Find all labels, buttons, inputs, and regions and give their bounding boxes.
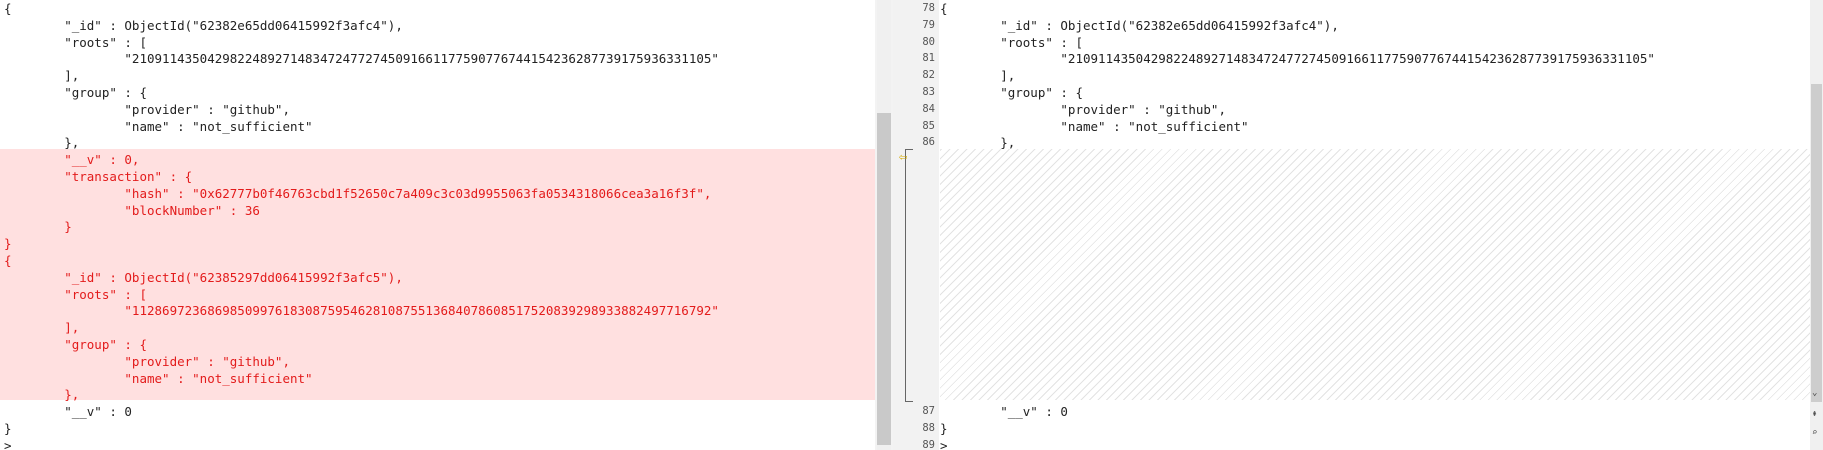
- code-line: "__v" : 0: [4, 404, 132, 420]
- line-number: 83: [922, 86, 935, 98]
- line-number: 79: [922, 18, 935, 31]
- arrow-left-icon[interactable]: ⇦: [899, 150, 907, 164]
- code-line: "provider" : "github",: [940, 101, 1226, 117]
- code-line: ],: [4, 68, 80, 84]
- code-line: },: [940, 135, 1016, 151]
- diff-range-bracket: [905, 149, 913, 402]
- code-line: },: [4, 135, 80, 151]
- deleted-code-line: }: [4, 219, 72, 235]
- code-line: {: [940, 1, 948, 16]
- deleted-code-line: "hash" : "0x62777b0f46763cbd1f52650c7a40…: [4, 185, 712, 201]
- deleted-code-line: "group" : {: [4, 337, 147, 352]
- code-line: >: [4, 437, 12, 450]
- code-line: "_id" : ObjectId("62382e65dd06415992f3af…: [940, 17, 1339, 33]
- line-number: 89: [922, 438, 935, 450]
- deleted-code-line: "transaction" : {: [4, 169, 193, 184]
- line-number: 81: [922, 52, 935, 65]
- line-number: 88: [922, 422, 935, 434]
- right-scrollbar-thumb[interactable]: [1811, 84, 1822, 402]
- deleted-code-line: },: [4, 387, 80, 403]
- code-line: "roots" : [: [4, 34, 147, 50]
- code-line: "210911435042982248927148347247727450916…: [4, 51, 719, 67]
- line-number: 82: [922, 69, 935, 82]
- deleted-code-line: "_id" : ObjectId("62385297dd06415992f3af…: [4, 269, 403, 285]
- code-line: >: [940, 437, 948, 450]
- chevron-down-icon[interactable]: ⌄: [1812, 388, 1817, 398]
- line-number: 78: [922, 2, 935, 14]
- missing-lines-placeholder: [940, 149, 1810, 400]
- line-number: 84: [922, 102, 935, 115]
- code-line: }: [940, 421, 948, 436]
- deleted-code-line: {: [4, 253, 12, 268]
- left-scrollbar-thumb[interactable]: [877, 113, 891, 445]
- deleted-code-line: "blockNumber" : 36: [4, 202, 260, 218]
- code-line: {: [4, 1, 12, 16]
- code-line: }: [4, 421, 12, 436]
- deleted-code-line: "__v" : 0,: [4, 152, 140, 168]
- deleted-code-line: "provider" : "github",: [4, 353, 290, 369]
- right-diff-pane[interactable]: ⇦ 78 {79 "_id" : ObjectId("62382e65dd0641…: [893, 0, 1810, 450]
- deleted-code-line: "name" : "not_sufficient": [4, 370, 313, 386]
- code-line: "name" : "not_sufficient": [940, 118, 1249, 134]
- scroll-to-top-icon[interactable]: ⇞: [1812, 409, 1817, 419]
- code-line: "group" : {: [4, 85, 147, 100]
- left-diff-pane[interactable]: { "_id" : ObjectId("62382e65dd06415992f3…: [0, 0, 875, 450]
- code-line: "provider" : "github",: [4, 101, 290, 117]
- code-line: ],: [940, 68, 1016, 84]
- deleted-code-line: }: [4, 236, 12, 252]
- deleted-code-line: ],: [4, 320, 80, 336]
- code-line: "group" : {: [940, 85, 1083, 100]
- deleted-code-line: "112869723686985099761830875954628108755…: [4, 303, 719, 319]
- magnifier-icon[interactable]: ⌕: [1812, 428, 1817, 438]
- line-number: 86: [922, 136, 935, 149]
- code-line: "roots" : [: [940, 34, 1083, 50]
- code-line: "210911435042982248927148347247727450916…: [940, 51, 1655, 67]
- code-line: "_id" : ObjectId("62382e65dd06415992f3af…: [4, 17, 403, 33]
- code-line: "__v" : 0: [940, 404, 1068, 420]
- line-number: 85: [922, 119, 935, 132]
- code-line: "name" : "not_sufficient": [4, 118, 313, 134]
- line-number: 87: [922, 405, 935, 418]
- line-number: 80: [922, 35, 935, 48]
- deleted-code-line: "roots" : [: [4, 286, 147, 302]
